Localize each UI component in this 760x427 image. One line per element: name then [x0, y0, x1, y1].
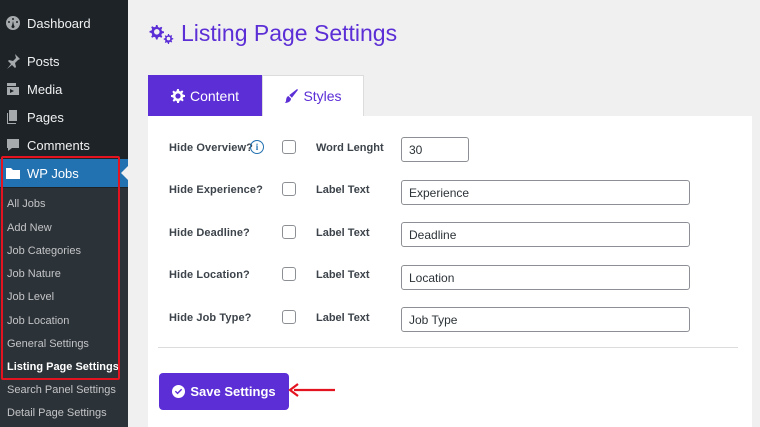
- hide-deadline-label: Hide Deadline?: [169, 227, 250, 239]
- pages-icon: [5, 109, 21, 125]
- hide-experience-checkbox[interactable]: [282, 182, 296, 196]
- dashboard-icon: [5, 15, 21, 31]
- page-title: Listing Page Settings: [147, 20, 397, 47]
- hide-job-type-checkbox[interactable]: [282, 310, 296, 324]
- deadline-label-input[interactable]: [401, 222, 690, 247]
- settings-tabs: Content Styles: [148, 75, 364, 116]
- submenu-item-search-panel-settings[interactable]: Search Panel Settings: [7, 382, 116, 398]
- job-type-label-input[interactable]: [401, 307, 690, 332]
- hide-overview-label: Hide Overview?: [169, 142, 253, 154]
- submenu-item-all-jobs[interactable]: All Jobs: [7, 196, 46, 212]
- hide-experience-label: Hide Experience?: [169, 184, 263, 196]
- hide-location-label: Hide Location?: [169, 269, 250, 281]
- word-length-input[interactable]: [401, 137, 469, 162]
- submenu-item-job-categories[interactable]: Job Categories: [7, 243, 81, 259]
- menu-item-pages[interactable]: Pages: [0, 103, 128, 131]
- brush-icon: [285, 89, 299, 103]
- submenu-item-add-new[interactable]: Add New: [7, 220, 52, 236]
- menu-item-posts[interactable]: Posts: [0, 47, 128, 75]
- location-label-input[interactable]: [401, 265, 690, 290]
- hide-location-checkbox[interactable]: [282, 267, 296, 281]
- menu-label: Media: [27, 81, 63, 97]
- check-circle-icon: [172, 385, 186, 398]
- submenu-item-detail-page-settings[interactable]: Detail Page Settings: [7, 405, 107, 421]
- submenu-item-general-settings[interactable]: General Settings: [7, 336, 89, 352]
- comment-icon: [5, 137, 21, 153]
- experience-label-text: Label Text: [316, 184, 370, 196]
- hide-deadline-checkbox[interactable]: [282, 225, 296, 239]
- wp-jobs-submenu: All Jobs Add New Job Categories Job Natu…: [0, 188, 128, 427]
- job-type-label-text: Label Text: [316, 312, 370, 324]
- info-icon[interactable]: i: [250, 140, 264, 154]
- submenu-item-listing-page-settings[interactable]: Listing Page Settings: [7, 359, 119, 375]
- menu-label: WP Jobs: [27, 165, 79, 181]
- tab-label: Content: [189, 87, 240, 104]
- submenu-item-job-level[interactable]: Job Level: [7, 289, 54, 305]
- location-label-text: Label Text: [316, 269, 370, 281]
- media-icon: [5, 81, 21, 97]
- page-title-text: Listing Page Settings: [181, 20, 398, 46]
- gear-icon: [170, 88, 185, 103]
- menu-label: Pages: [27, 109, 64, 125]
- deadline-label-text: Label Text: [316, 227, 370, 239]
- admin-sidebar: Dashboard Posts Media Pages Comments WP …: [0, 0, 128, 427]
- experience-label-input[interactable]: [401, 180, 690, 205]
- submenu-item-job-nature[interactable]: Job Nature: [7, 266, 61, 282]
- save-button-label: Save Settings: [190, 384, 276, 399]
- divider: [158, 347, 738, 348]
- menu-item-wp-jobs[interactable]: WP Jobs: [0, 159, 128, 187]
- pin-icon: [5, 53, 21, 69]
- word-length-label: Word Lenght: [316, 142, 384, 154]
- menu-item-dashboard[interactable]: Dashboard: [0, 9, 128, 37]
- menu-item-media[interactable]: Media: [0, 75, 128, 103]
- annotation-arrow-icon: [288, 383, 335, 397]
- save-settings-button[interactable]: Save Settings: [159, 373, 289, 410]
- tab-styles[interactable]: Styles: [262, 75, 364, 116]
- gears-icon: [149, 24, 174, 44]
- active-pointer: [121, 166, 128, 180]
- menu-label: Posts: [27, 53, 60, 69]
- settings-panel: Hide Overview? i Word Lenght Hide Experi…: [148, 116, 752, 427]
- menu-label: Dashboard: [27, 15, 91, 31]
- hide-job-type-label: Hide Job Type?: [169, 312, 252, 324]
- menu-label: Comments: [27, 137, 90, 153]
- folder-icon: [5, 165, 21, 181]
- tab-label: Styles: [303, 88, 342, 104]
- hide-overview-checkbox[interactable]: [282, 140, 296, 154]
- tab-content[interactable]: Content: [148, 75, 262, 116]
- submenu-item-job-location[interactable]: Job Location: [7, 313, 69, 329]
- menu-item-comments[interactable]: Comments: [0, 131, 128, 159]
